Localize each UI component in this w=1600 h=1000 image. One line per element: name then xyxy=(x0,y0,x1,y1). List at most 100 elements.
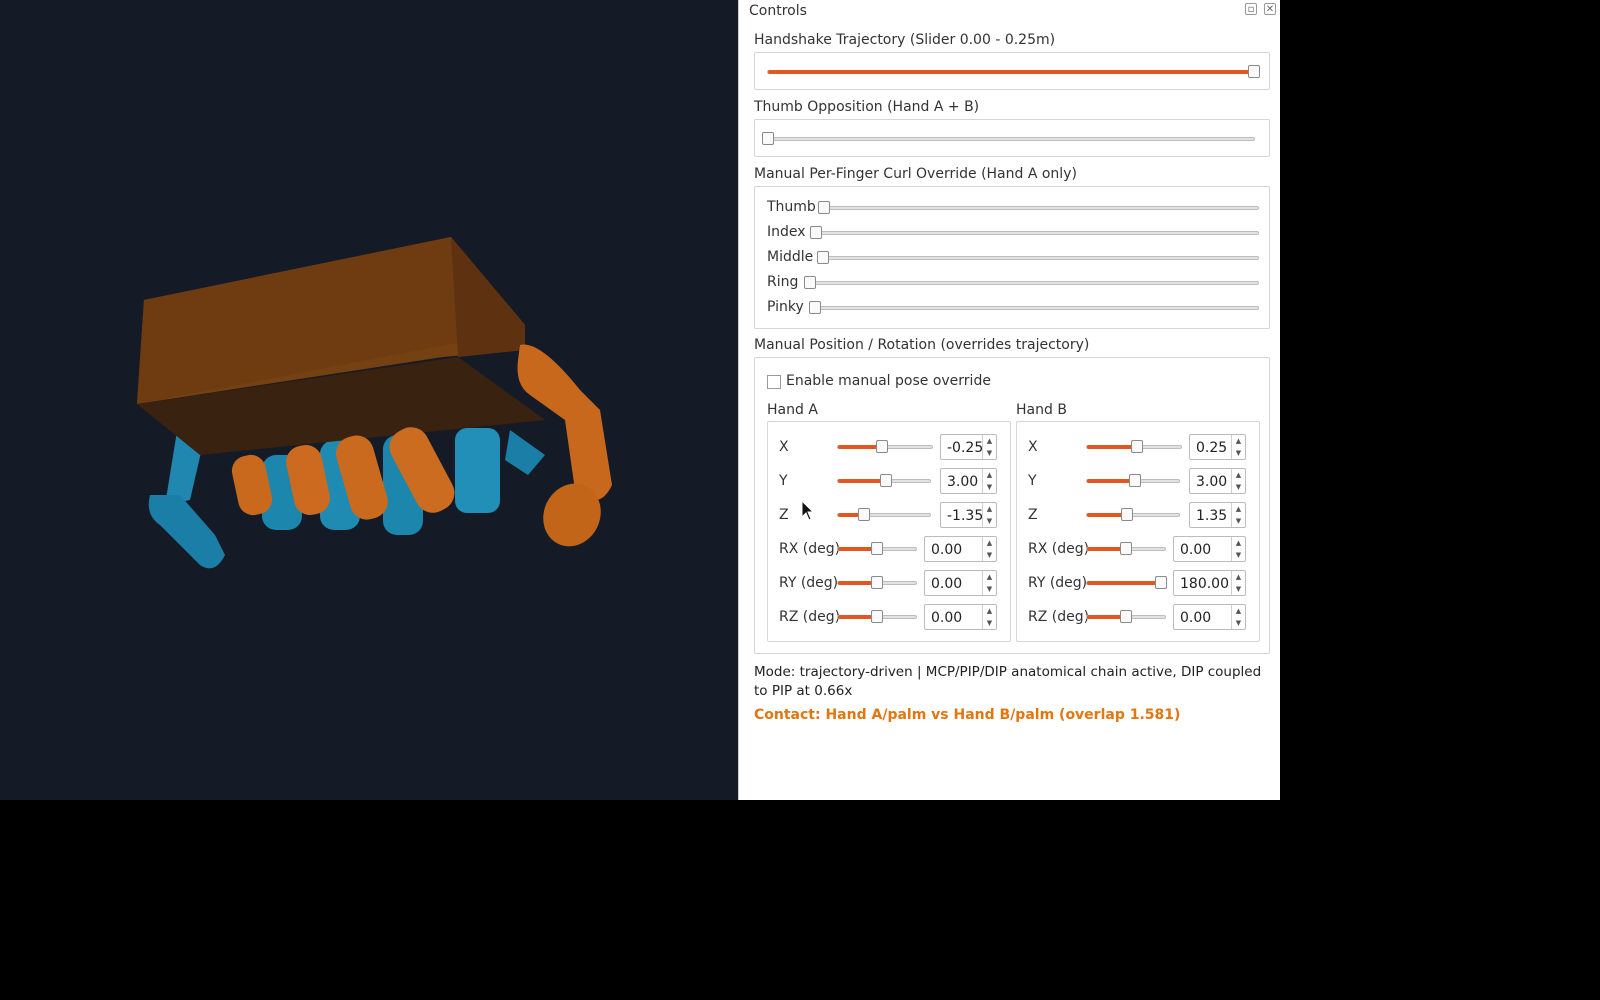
spin-arrows-icon[interactable]: ▲ ▼ xyxy=(1231,571,1245,595)
finger-slider-handle[interactable] xyxy=(817,251,829,264)
enable-manual-pose-label: Enable manual pose override xyxy=(786,373,991,389)
hand-b-ry-slider[interactable] xyxy=(1086,576,1167,589)
spin-arrows-icon[interactable]: ▲ ▼ xyxy=(982,605,996,629)
hand-a-y-spinbox[interactable]: 3.00 ▲ ▼ xyxy=(940,468,997,494)
finger-slider-thumb[interactable] xyxy=(818,201,1259,214)
hand-a-z-slider[interactable] xyxy=(837,508,931,521)
hand-a-z-spinbox[interactable]: -1.35 ▲ ▼ xyxy=(940,502,997,528)
finger-slider-handle[interactable] xyxy=(804,276,816,289)
spin-arrows-icon[interactable]: ▲ ▼ xyxy=(1231,469,1245,493)
spinbox-value: 180.00 xyxy=(1180,576,1229,592)
control-label: RY (deg) xyxy=(1028,575,1088,591)
hand-a-rx-spinbox[interactable]: 0.00 ▲ ▼ xyxy=(924,536,997,562)
hand-b-row-rz: RZ (deg) 0.00 ▲ ▼ xyxy=(1017,604,1259,630)
spin-arrows-icon[interactable]: ▲ ▼ xyxy=(1231,605,1245,629)
trajectory-title: Handshake Trajectory (Slider 0.00 - 0.25… xyxy=(754,32,1056,48)
spin-arrows-icon[interactable]: ▲ ▼ xyxy=(1231,503,1245,527)
finger-slider-pinky[interactable] xyxy=(809,301,1259,314)
slider-handle[interactable] xyxy=(1120,542,1132,555)
slider-handle[interactable] xyxy=(1128,474,1141,487)
slider-handle[interactable] xyxy=(857,508,870,521)
hand-b-x-spinbox[interactable]: 0.25 ▲ ▼ xyxy=(1189,434,1246,460)
hand-a-x-spinbox[interactable]: -0.25 ▲ ▼ xyxy=(940,434,997,460)
finger-slider-handle[interactable] xyxy=(809,301,821,314)
control-label: X xyxy=(1028,439,1038,455)
hand-a-row-rx: RX (deg) 0.00 ▲ ▼ xyxy=(768,536,1010,562)
float-icon[interactable]: ▫ xyxy=(1245,3,1257,15)
trajectory-slider-fill xyxy=(768,70,1254,74)
control-label: X xyxy=(779,439,789,455)
enable-manual-pose-checkbox[interactable] xyxy=(767,375,781,389)
thumb-opposition-slider[interactable] xyxy=(762,132,1255,145)
finger-slider-handle[interactable] xyxy=(818,201,830,214)
spinbox-value: -0.25 xyxy=(947,440,984,456)
slider-handle[interactable] xyxy=(1155,576,1167,589)
hand-a-x-slider[interactable] xyxy=(837,440,933,453)
hand-b-rz-spinbox[interactable]: 0.00 ▲ ▼ xyxy=(1173,604,1246,630)
thumb-opposition-frame xyxy=(754,119,1270,157)
hand-b-z-spinbox[interactable]: 1.35 ▲ ▼ xyxy=(1189,502,1246,528)
hand-a-row-ry: RY (deg) 0.00 ▲ ▼ xyxy=(768,570,1010,596)
thumb-opposition-slider-handle[interactable] xyxy=(762,132,774,145)
trajectory-slider-handle[interactable] xyxy=(1248,65,1260,78)
hand-b-ry-spinbox[interactable]: 180.00 ▲ ▼ xyxy=(1173,570,1246,596)
hand-b-x-slider[interactable] xyxy=(1086,440,1182,453)
hand-b-rz-slider[interactable] xyxy=(1086,610,1166,623)
hand-a-ry-slider[interactable] xyxy=(837,576,917,589)
hand-b-rx-spinbox[interactable]: 0.00 ▲ ▼ xyxy=(1173,536,1246,562)
hand-b-rx-slider[interactable] xyxy=(1086,542,1166,555)
finger-curl-frame: Thumb Index Middle Ring Pinky xyxy=(754,186,1270,329)
finger-row-pinky: Pinky xyxy=(767,298,1259,318)
spin-arrows-icon[interactable]: ▲ ▼ xyxy=(982,537,996,561)
spin-arrows-icon[interactable]: ▲ ▼ xyxy=(982,503,996,527)
control-label: RZ (deg) xyxy=(1028,609,1090,625)
spin-arrows-icon[interactable]: ▲ ▼ xyxy=(982,435,996,459)
hand-a-palm xyxy=(137,237,545,455)
spin-arrows-icon[interactable]: ▲ ▼ xyxy=(1231,537,1245,561)
hand-b-row-x: X 0.25 ▲ ▼ xyxy=(1017,434,1259,460)
hand-a-rx-slider[interactable] xyxy=(837,542,917,555)
hand-b-y-slider[interactable] xyxy=(1086,474,1180,487)
slider-handle[interactable] xyxy=(879,474,892,487)
hand-a-y-slider[interactable] xyxy=(837,474,931,487)
hand-b-y-spinbox[interactable]: 3.00 ▲ ▼ xyxy=(1189,468,1246,494)
slider-fill xyxy=(1087,445,1137,449)
finger-label: Thumb xyxy=(767,199,816,215)
finger-row-thumb: Thumb xyxy=(767,198,1259,218)
hand-a-rz-slider[interactable] xyxy=(837,610,917,623)
finger-slider-index[interactable] xyxy=(810,226,1259,239)
finger-label: Pinky xyxy=(767,299,804,315)
slider-handle[interactable] xyxy=(871,610,883,623)
spinbox-value: 0.00 xyxy=(931,610,963,626)
slider-handle[interactable] xyxy=(1120,610,1132,623)
finger-slider-middle[interactable] xyxy=(817,251,1259,264)
hand-b-thumb-tip xyxy=(148,495,225,569)
hand-a-row-x: X -0.25 ▲ ▼ xyxy=(768,434,1010,460)
slider-handle[interactable] xyxy=(876,440,889,453)
finger-slider-handle[interactable] xyxy=(810,226,822,239)
hand-a-ry-spinbox[interactable]: 0.00 ▲ ▼ xyxy=(924,570,997,596)
manual-pose-frame: Enable manual pose override Hand A X -0.… xyxy=(754,357,1270,654)
3d-viewport[interactable] xyxy=(0,0,738,800)
hand-b-z-slider[interactable] xyxy=(1086,508,1180,521)
control-label: Z xyxy=(779,507,789,523)
slider-handle[interactable] xyxy=(1130,440,1143,453)
hand-b-row-y: Y 3.00 ▲ ▼ xyxy=(1017,468,1259,494)
finger-slider-ring[interactable] xyxy=(804,276,1259,289)
control-label: RX (deg) xyxy=(1028,541,1090,557)
hand-a-rz-spinbox[interactable]: 0.00 ▲ ▼ xyxy=(924,604,997,630)
slider-handle[interactable] xyxy=(1121,508,1134,521)
hand-a-thumb xyxy=(517,344,612,500)
close-icon[interactable]: ✕ xyxy=(1264,3,1276,15)
slider-handle[interactable] xyxy=(871,542,883,555)
hand-a-frame: X -0.25 ▲ ▼ Y 3.00 ▲ ▼ Z -1.35 ▲ ▼ RX (d… xyxy=(767,421,1011,642)
trajectory-slider[interactable] xyxy=(767,65,1260,78)
spinbox-value: 0.25 xyxy=(1196,440,1228,456)
spin-arrows-icon[interactable]: ▲ ▼ xyxy=(982,469,996,493)
thumb-opposition-title: Thumb Opposition (Hand A + B) xyxy=(754,99,980,115)
spin-arrows-icon[interactable]: ▲ ▼ xyxy=(1231,435,1245,459)
spinbox-value: 3.00 xyxy=(947,474,979,490)
spin-arrows-icon[interactable]: ▲ ▼ xyxy=(982,571,996,595)
hand-b-frame: X 0.25 ▲ ▼ Y 3.00 ▲ ▼ Z 1.35 ▲ ▼ RX (deg… xyxy=(1016,421,1260,642)
slider-handle[interactable] xyxy=(871,576,883,589)
